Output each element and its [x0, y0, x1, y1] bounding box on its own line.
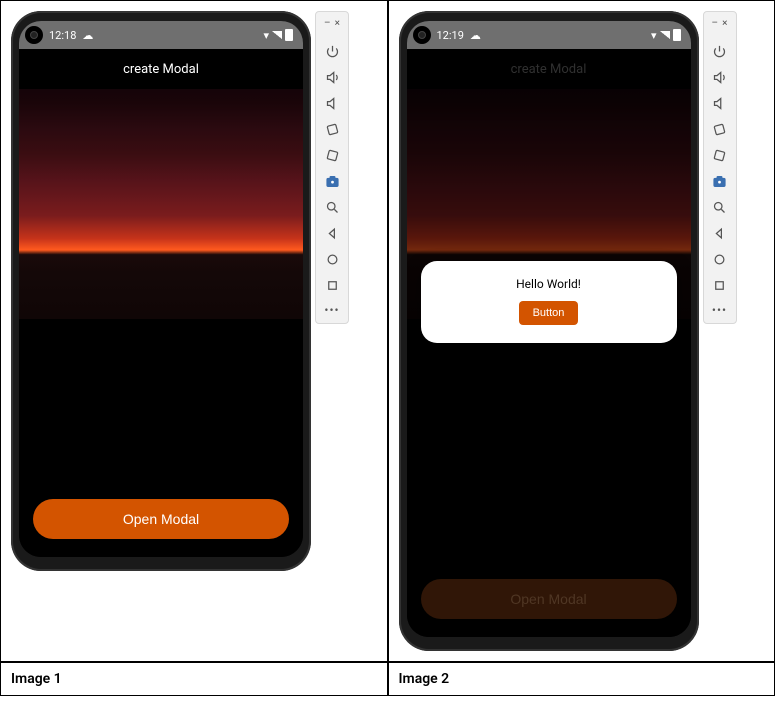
back-icon[interactable]	[324, 225, 340, 241]
battery-icon	[673, 29, 681, 41]
emulator-toolbar: – × •••	[703, 11, 737, 324]
more-icon[interactable]: •••	[712, 303, 727, 317]
camera-icon[interactable]	[324, 173, 340, 189]
cell-image-1: 12:18 ☁ ▾ create Modal	[0, 0, 388, 662]
more-icon[interactable]: •••	[324, 303, 339, 317]
camera-icon[interactable]	[712, 173, 728, 189]
open-modal-button[interactable]: Open Modal	[421, 579, 677, 619]
wifi-icon: ▾	[651, 29, 657, 42]
status-time: 12:18	[49, 29, 76, 42]
volume-up-icon[interactable]	[712, 69, 728, 85]
battery-icon	[285, 29, 293, 41]
power-icon[interactable]	[324, 43, 340, 59]
power-icon[interactable]	[712, 43, 728, 59]
status-icons: ▾	[263, 29, 293, 42]
modal-action-button[interactable]: Button	[519, 301, 579, 325]
open-modal-button[interactable]: Open Modal	[33, 499, 289, 539]
zoom-icon[interactable]	[324, 199, 340, 215]
rotate-right-icon[interactable]	[324, 147, 340, 163]
signal-icon	[660, 31, 670, 39]
page-title: create Modal	[123, 62, 199, 77]
cell-image-2: 12:19 ☁ ▾ create Modal	[388, 0, 775, 662]
status-bar: 12:18 ☁ ▾	[19, 21, 303, 49]
emulator-toolbar: – × •••	[315, 11, 349, 324]
zoom-icon[interactable]	[712, 199, 728, 215]
content-area: Open Modal	[407, 319, 691, 637]
phone-frame: 12:19 ☁ ▾ create Modal	[399, 11, 699, 651]
rotate-left-icon[interactable]	[712, 121, 728, 137]
caption-image-1: Image 1	[0, 662, 388, 696]
volume-down-icon[interactable]	[712, 95, 728, 111]
status-bar: 12:19 ☁ ▾	[407, 21, 691, 49]
modal-dialog: Hello World! Button	[421, 261, 677, 343]
status-icons: ▾	[651, 29, 681, 42]
emulator-wrap-1: 12:18 ☁ ▾ create Modal	[11, 11, 377, 571]
comparison-grid: 12:18 ☁ ▾ create Modal	[0, 0, 775, 696]
modal-title: Hello World!	[516, 277, 581, 291]
camera-punchhole	[25, 26, 43, 44]
rotate-right-icon[interactable]	[712, 147, 728, 163]
volume-up-icon[interactable]	[324, 69, 340, 85]
signal-icon	[272, 31, 282, 39]
caption-image-2: Image 2	[388, 662, 775, 696]
minimize-icon[interactable]: –	[324, 18, 331, 29]
overview-icon[interactable]	[324, 277, 340, 293]
app-header: create Modal	[19, 49, 303, 89]
phone-screen: 12:18 ☁ ▾ create Modal	[19, 21, 303, 557]
back-icon[interactable]	[712, 225, 728, 241]
background-image	[19, 89, 303, 319]
home-icon[interactable]	[712, 251, 728, 267]
emulator-wrap-2: 12:19 ☁ ▾ create Modal	[399, 11, 765, 651]
weather-icon: ☁	[82, 29, 93, 42]
close-icon[interactable]: ×	[335, 18, 340, 29]
overview-icon[interactable]	[712, 277, 728, 293]
phone-screen: 12:19 ☁ ▾ create Modal	[407, 21, 691, 637]
weather-icon: ☁	[470, 29, 481, 42]
camera-punchhole	[413, 26, 431, 44]
status-time: 12:19	[437, 29, 464, 42]
phone-frame: 12:18 ☁ ▾ create Modal	[11, 11, 311, 571]
wifi-icon: ▾	[263, 29, 269, 42]
close-icon[interactable]: ×	[722, 18, 727, 29]
volume-down-icon[interactable]	[324, 95, 340, 111]
home-icon[interactable]	[324, 251, 340, 267]
page-title: create Modal	[511, 62, 587, 77]
minimize-icon[interactable]: –	[712, 18, 719, 29]
app-header: create Modal	[407, 49, 691, 89]
content-area: Open Modal	[19, 319, 303, 557]
rotate-left-icon[interactable]	[324, 121, 340, 137]
